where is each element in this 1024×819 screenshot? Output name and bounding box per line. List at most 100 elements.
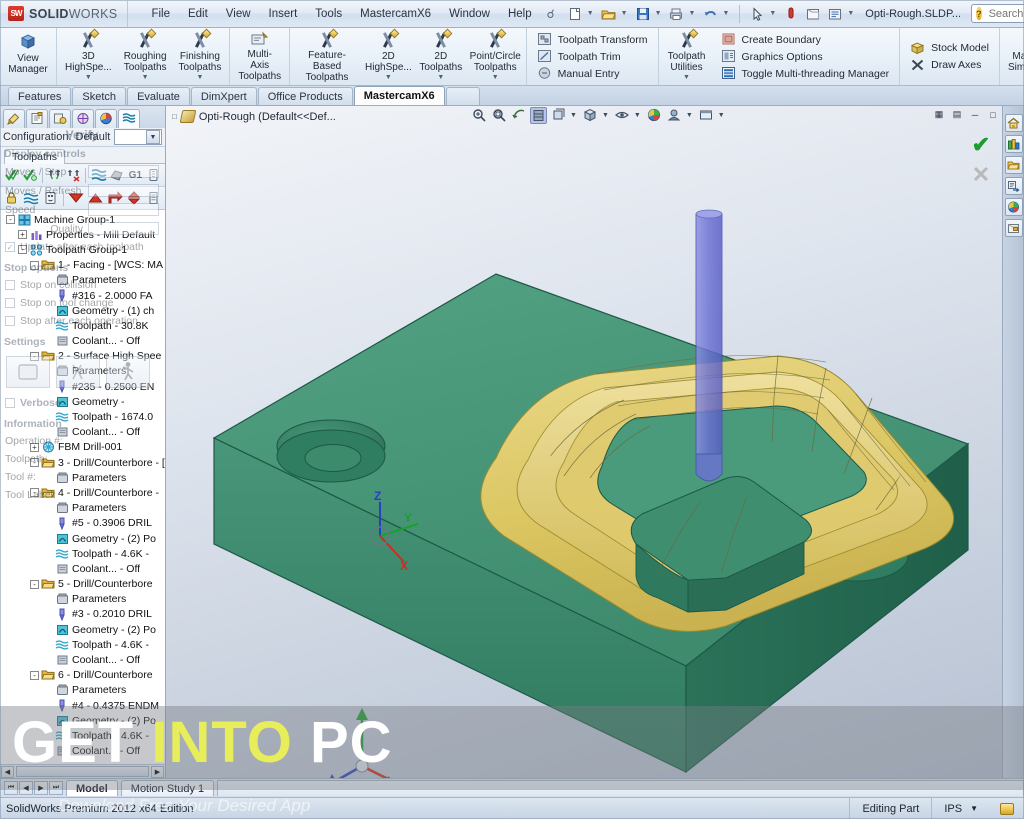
finishing-label-1: Finishing	[179, 50, 220, 62]
multi-axis-label-2: Toolpaths	[238, 71, 282, 83]
view-palette-icon[interactable]	[1004, 198, 1023, 216]
3d-model-viewport[interactable]: Z Y X *Isometric	[166, 106, 1024, 778]
solidworks-resources-icon[interactable]	[1004, 114, 1023, 132]
status-units[interactable]: IPS ▼	[931, 797, 990, 819]
ribbon-item-toolpath-trim[interactable]: Toolpath Trim	[533, 49, 652, 65]
search-icon[interactable]	[1004, 177, 1023, 195]
ribbon-button-2d-toolpaths[interactable]: 2D Toolpaths ▼	[415, 28, 467, 84]
file-explorer-icon[interactable]	[1004, 156, 1023, 174]
verify-stop-operation-checkbox[interactable]	[5, 316, 15, 326]
menu-item-mastercamx6[interactable]: MastercamX6	[351, 4, 440, 24]
search-input[interactable]	[986, 6, 1024, 21]
chevron-down-icon[interactable]: ▼	[492, 74, 499, 82]
menu-item-file[interactable]: File	[142, 4, 179, 24]
search-help-box[interactable]: ? 🔍 ▼	[971, 4, 1024, 23]
mastercam-x-icon	[318, 28, 339, 49]
tab-evaluate[interactable]: Evaluate	[127, 87, 190, 105]
new-document-icon[interactable]	[565, 4, 585, 24]
nav-prev-button[interactable]: ◀	[19, 781, 33, 795]
verify-verbose-row[interactable]: Verbose	[0, 394, 164, 412]
verify-moves-step-slider[interactable]	[88, 165, 159, 178]
open-document-caret[interactable]: ▼	[621, 10, 628, 17]
chevron-down-icon[interactable]: ▼	[683, 74, 690, 82]
appearances-scenes-icon[interactable]	[1004, 219, 1023, 237]
tab-mastercamx6[interactable]: MastercamX6	[353, 86, 445, 105]
ribbon-item-stock-model[interactable]: Stock Model	[906, 40, 993, 56]
verify-stop-toolchange-checkbox[interactable]	[5, 298, 15, 308]
ribbon-button-feature-based-toolpaths[interactable]: Feature-Based Toolpaths ▼	[292, 28, 362, 85]
print-icon[interactable]	[667, 4, 687, 24]
ribbon-item-draw-axes[interactable]: Draw Axes	[906, 57, 993, 73]
tab-model[interactable]: Model	[66, 780, 118, 796]
ribbon-button-point-circle-toolpaths[interactable]: Point/Circle Toolpaths ▼	[467, 28, 524, 84]
ribbon-button-machine-simulation[interactable]: Machine Simulation ▼	[1002, 29, 1024, 84]
verify-stop-operation-row[interactable]: Stop after each operation	[0, 312, 164, 330]
verify-options-button[interactable]	[56, 356, 100, 388]
print-caret[interactable]: ▼	[689, 10, 696, 17]
verify-quality-slider[interactable]	[88, 222, 159, 235]
rebuild-icon[interactable]	[781, 4, 801, 24]
ribbon-item-create-boundary[interactable]: Create Boundary	[717, 32, 894, 48]
graphics-area[interactable]: □ Opti-Rough (Default<<Def... ▼ ▼ ▼ ▼ ▼ …	[166, 106, 1024, 778]
pc-label-1: Point/Circle	[469, 50, 521, 62]
document-tab-filler	[217, 780, 1024, 796]
tab-sketch[interactable]: Sketch	[72, 87, 127, 105]
menu-item-edit[interactable]: Edit	[179, 4, 217, 24]
menu-item-window[interactable]: Window	[440, 4, 499, 24]
ribbon-button-toolpath-utilities[interactable]: Toolpath Utilities ▼	[661, 28, 713, 84]
chevron-down-icon[interactable]: ▼	[437, 74, 444, 82]
save-icon[interactable]	[633, 4, 653, 24]
ribbon-button-multi-axis-toolpaths[interactable]: Multi-Axis Toolpaths	[232, 29, 287, 84]
status-edition-label: SolidWorks Premium 2012 x64 Edition	[6, 802, 194, 815]
verify-speed-slider[interactable]	[88, 203, 159, 216]
menu-item-help[interactable]: Help	[499, 4, 541, 24]
tab-features[interactable]: Features	[8, 87, 72, 105]
undo-icon[interactable]	[700, 4, 720, 24]
ribbon-button-finishing-toolpaths[interactable]: Finishing Toolpaths ▼	[173, 28, 228, 84]
verify-update-row[interactable]: ✓ Update after each toolpath	[0, 238, 164, 256]
menu-item-view[interactable]: View	[217, 4, 260, 24]
file-properties-icon[interactable]	[803, 4, 823, 24]
ribbon-button-view-manager[interactable]: View Manager	[2, 29, 54, 84]
design-library-icon[interactable]	[1004, 135, 1023, 153]
ribbon-button-3d-highspeed[interactable]: 3D HighSpe... ▼	[59, 28, 118, 84]
select-caret[interactable]: ▼	[769, 10, 776, 17]
chevron-down-icon[interactable]: ▼	[85, 74, 92, 82]
save-caret[interactable]: ▼	[655, 10, 662, 17]
chevron-down-icon[interactable]: ▼	[142, 74, 149, 82]
select-cursor-icon[interactable]	[747, 4, 767, 24]
tab-dimxpert[interactable]: DimXpert	[190, 87, 257, 105]
verify-update-checkbox[interactable]: ✓	[5, 242, 15, 252]
tab-office-products[interactable]: Office Products	[257, 87, 353, 105]
verify-moves-refresh-slider[interactable]	[88, 184, 159, 197]
verify-stock-setup-button[interactable]	[6, 356, 50, 388]
undo-caret[interactable]: ▼	[722, 10, 729, 17]
ribbon-item-graphics-options[interactable]: Graphics Options	[717, 49, 894, 65]
menu-item-insert[interactable]: Insert	[260, 4, 307, 24]
ribbon-button-2d-highspeed[interactable]: 2D HighSpe... ▼	[362, 28, 415, 84]
nav-next-button[interactable]: ▶	[34, 781, 48, 795]
ribbon-item-manual-entry[interactable]: Manual Entry	[533, 66, 652, 82]
verify-stop-toolchange-row[interactable]: Stop on tool change	[0, 294, 164, 312]
chevron-down-icon[interactable]: ▼	[970, 804, 978, 813]
new-document-caret[interactable]: ▼	[587, 10, 594, 17]
ribbon-item-toolpath-transform[interactable]: Toolpath Transform	[533, 32, 652, 48]
verify-verbose-checkbox[interactable]	[5, 398, 15, 408]
chevron-down-icon[interactable]: ▼	[385, 74, 392, 82]
ribbon-item-toggle-multithreading[interactable]: Toggle Multi-threading Manager	[717, 66, 894, 82]
open-document-icon[interactable]	[599, 4, 619, 24]
pin-icon[interactable]: ☌	[547, 7, 555, 21]
options-caret[interactable]: ▼	[847, 10, 854, 17]
verify-stop-collision-row[interactable]: Stop on collision	[0, 276, 164, 294]
nav-first-button[interactable]: ⏮	[4, 781, 18, 795]
tab-motion-study-1[interactable]: Motion Study 1	[120, 780, 215, 796]
verify-dialog[interactable]: Verify Display controls Moves / Step Mov…	[0, 112, 164, 778]
status-overlay-icon[interactable]	[1000, 802, 1014, 815]
menu-item-tools[interactable]: Tools	[306, 4, 351, 24]
ribbon-button-roughing-toolpaths[interactable]: Roughing Toolpaths ▼	[118, 28, 173, 84]
chevron-down-icon[interactable]: ▼	[196, 74, 203, 82]
options-icon[interactable]	[825, 4, 845, 24]
nav-last-button[interactable]: ⏭	[49, 781, 63, 795]
verify-walk-button[interactable]	[106, 356, 150, 388]
verify-stop-collision-checkbox[interactable]	[5, 280, 15, 290]
